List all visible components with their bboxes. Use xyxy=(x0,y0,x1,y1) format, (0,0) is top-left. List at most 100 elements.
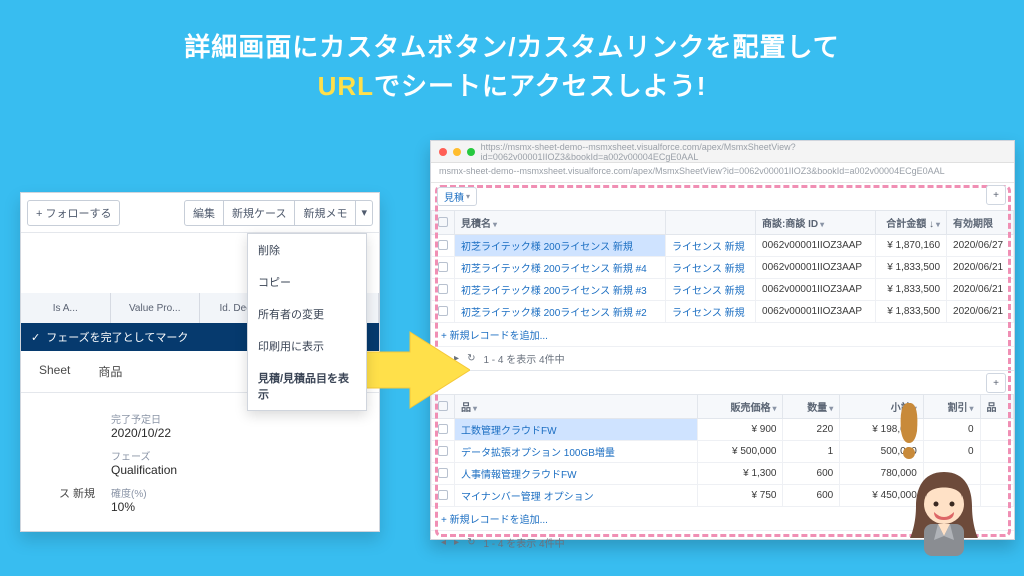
menu-print-view[interactable]: 印刷用に表示 xyxy=(248,330,366,362)
window-max-icon[interactable] xyxy=(467,148,475,156)
pager-prev-icon[interactable]: ◂ xyxy=(441,537,446,548)
pager-text: 1 - 4 を表示 4件中 xyxy=(483,351,564,366)
col-expiry[interactable]: 有効期限 xyxy=(947,211,1014,235)
mark-complete-label: フェーズを完了としてマーク xyxy=(46,329,188,345)
row-checkbox[interactable] xyxy=(438,284,448,294)
cell-price: ¥ 900 xyxy=(697,419,783,441)
col-price[interactable]: 販売価格▾ xyxy=(697,395,783,419)
cell-discount: 0 xyxy=(923,419,980,441)
quotes-table: 見積名▾ 商談:商談 ID▾ 合計金額 ↓▾ 有効期限 初芝ライテック様 200… xyxy=(431,210,1014,323)
cell-quote-name[interactable]: 初芝ライテック様 200ライセンス 新規 #2 xyxy=(455,301,666,323)
menu-change-owner[interactable]: 所有者の変更 xyxy=(248,298,366,330)
add-record-link[interactable]: + 新規レコードを追加... xyxy=(431,323,1014,346)
headline-line1: 詳細画面にカスタムボタン/カスタムリンクを配置して xyxy=(0,28,1024,67)
window-min-icon[interactable] xyxy=(453,148,461,156)
path-step[interactable]: Value Pro... xyxy=(111,293,201,323)
col-opp-id[interactable]: 商談:商談 ID▾ xyxy=(756,211,876,235)
cell-amount: ¥ 1,833,500 xyxy=(876,257,947,279)
menu-delete[interactable]: 削除 xyxy=(248,234,366,266)
cell-price: ¥ 750 xyxy=(697,485,783,507)
cell-suffix: ライセンス 新規 xyxy=(666,235,756,257)
row-checkbox[interactable] xyxy=(438,468,448,478)
cell-discount: 0 xyxy=(923,441,980,463)
sheet-tab-pill[interactable]: 見積 ▾ xyxy=(437,187,477,206)
menu-show-quotes[interactable]: 見積/見積品目を表示 xyxy=(248,362,366,410)
probability-label: 確度(%) xyxy=(111,485,359,500)
cell-price: ¥ 1,300 xyxy=(697,463,783,485)
cell-qty: 1 xyxy=(783,441,840,463)
action-bar: + フォローする 編集 新規ケース 新規メモ ▾ xyxy=(21,193,379,233)
col-extra[interactable]: 品 xyxy=(980,395,1013,419)
follow-button[interactable]: + フォローする xyxy=(27,200,120,226)
cell-suffix: ライセンス 新規 xyxy=(666,279,756,301)
pager-text: 1 - 4 を表示 4件中 xyxy=(483,535,564,550)
browser-titlebar: https://msmx-sheet-demo--msmxsheet.visua… xyxy=(431,141,1014,163)
cell-expiry: 2020/06/27 xyxy=(947,235,1014,257)
add-line-button[interactable]: + xyxy=(986,373,1006,393)
checkbox-all[interactable] xyxy=(438,217,448,227)
refresh-icon[interactable]: ↻ xyxy=(467,537,475,548)
table-header-row: 見積名▾ 商談:商談 ID▾ 合計金額 ↓▾ 有効期限 xyxy=(432,211,1014,235)
col-product[interactable]: 品▾ xyxy=(455,395,698,419)
col-quote-name[interactable]: 見積名▾ xyxy=(455,211,666,235)
row-checkbox[interactable] xyxy=(438,306,448,316)
pager-top: ◂ ▸ ↻ 1 - 4 を表示 4件中 xyxy=(431,346,1014,370)
cell-id: 0062v00001IIOZ3AAP xyxy=(756,301,876,323)
avatar-illustration xyxy=(904,466,984,556)
cell-qty: 600 xyxy=(783,485,840,507)
tab-sheet[interactable]: Sheet xyxy=(39,363,70,380)
address-bar[interactable]: msmx-sheet-demo--msmxsheet.visualforce.c… xyxy=(431,163,1014,183)
col-total[interactable]: 合計金額 ↓▾ xyxy=(876,211,947,235)
close-date-label: 完了予定日 xyxy=(111,411,359,426)
phase-label: フェーズ xyxy=(111,448,359,463)
row-checkbox[interactable] xyxy=(438,424,448,434)
col-discount[interactable]: 割引▾ xyxy=(923,395,980,419)
cell-id: 0062v00001IIOZ3AAP xyxy=(756,235,876,257)
menu-copy[interactable]: コピー xyxy=(248,266,366,298)
cell-suffix: ライセンス 新規 xyxy=(666,301,756,323)
row-checkbox[interactable] xyxy=(438,240,448,250)
row-checkbox[interactable] xyxy=(438,490,448,500)
cell-qty: 600 xyxy=(783,463,840,485)
close-date-value: 2020/10/22 xyxy=(111,426,359,440)
headline-line2b: でシートにアクセスしよう! xyxy=(374,71,706,101)
truncated-side-label: ス 新規 xyxy=(21,485,101,501)
cell-product[interactable]: 工数管理クラウドFW xyxy=(455,419,698,441)
col-qty[interactable]: 数量▾ xyxy=(783,395,840,419)
new-case-button[interactable]: 新規ケース xyxy=(223,200,295,226)
table-row[interactable]: 初芝ライテック様 200ライセンス 新規 ライセンス 新規 0062v00001… xyxy=(432,235,1014,257)
cell-product[interactable]: データ拡張オプション 100GB増量 xyxy=(455,441,698,463)
action-button-group: 編集 新規ケース 新規メモ ▾ xyxy=(184,200,373,226)
cell-quote-name[interactable]: 初芝ライテック様 200ライセンス 新規 xyxy=(455,235,666,257)
table-row[interactable]: 初芝ライテック様 200ライセンス 新規 #4 ライセンス 新規 0062v00… xyxy=(432,257,1014,279)
path-step[interactable]: Is A... xyxy=(21,293,111,323)
headline-line2: URLでシートにアクセスしよう! xyxy=(0,67,1024,106)
more-actions-button[interactable]: ▾ xyxy=(355,200,373,226)
cell-qty: 220 xyxy=(783,419,840,441)
table-row[interactable]: 初芝ライテック様 200ライセンス 新規 #3 ライセンス 新規 0062v00… xyxy=(432,279,1014,301)
pager-next-icon[interactable]: ▸ xyxy=(454,537,459,548)
pill-label: 見積 xyxy=(444,189,464,204)
cell-expiry: 2020/06/21 xyxy=(947,301,1014,323)
browser-title: https://msmx-sheet-demo--msmxsheet.visua… xyxy=(481,142,1006,162)
cell-price: ¥ 500,000 xyxy=(697,441,783,463)
detail-fields: 完了予定日 2020/10/22 フェーズ Qualification 確度(%… xyxy=(21,393,379,524)
table-row[interactable]: 初芝ライテック様 200ライセンス 新規 #2 ライセンス 新規 0062v00… xyxy=(432,301,1014,323)
headline-em: URL xyxy=(318,71,374,101)
row-checkbox[interactable] xyxy=(438,262,448,272)
tab-products[interactable]: 商品 xyxy=(98,363,122,380)
cell-product[interactable]: 人事情報管理クラウドFW xyxy=(455,463,698,485)
cell-amount: ¥ 1,833,500 xyxy=(876,301,947,323)
chevron-down-icon: ▾ xyxy=(466,192,470,201)
cell-quote-name[interactable]: 初芝ライテック様 200ライセンス 新規 #4 xyxy=(455,257,666,279)
cell-quote-name[interactable]: 初芝ライテック様 200ライセンス 新規 #3 xyxy=(455,279,666,301)
new-memo-button[interactable]: 新規メモ xyxy=(294,200,356,226)
cell-product[interactable]: マイナンバー管理 オプション xyxy=(455,485,698,507)
detail-page-panel: + フォローする 編集 新規ケース 新規メモ ▾ 削除 コピー 所有者の変更 印… xyxy=(20,192,380,532)
edit-button[interactable]: 編集 xyxy=(184,200,224,226)
add-tab-button[interactable]: + xyxy=(986,185,1006,205)
cell-suffix: ライセンス 新規 xyxy=(666,257,756,279)
window-close-icon[interactable] xyxy=(439,148,447,156)
row-checkbox[interactable] xyxy=(438,446,448,456)
phase-value: Qualification xyxy=(111,463,359,477)
